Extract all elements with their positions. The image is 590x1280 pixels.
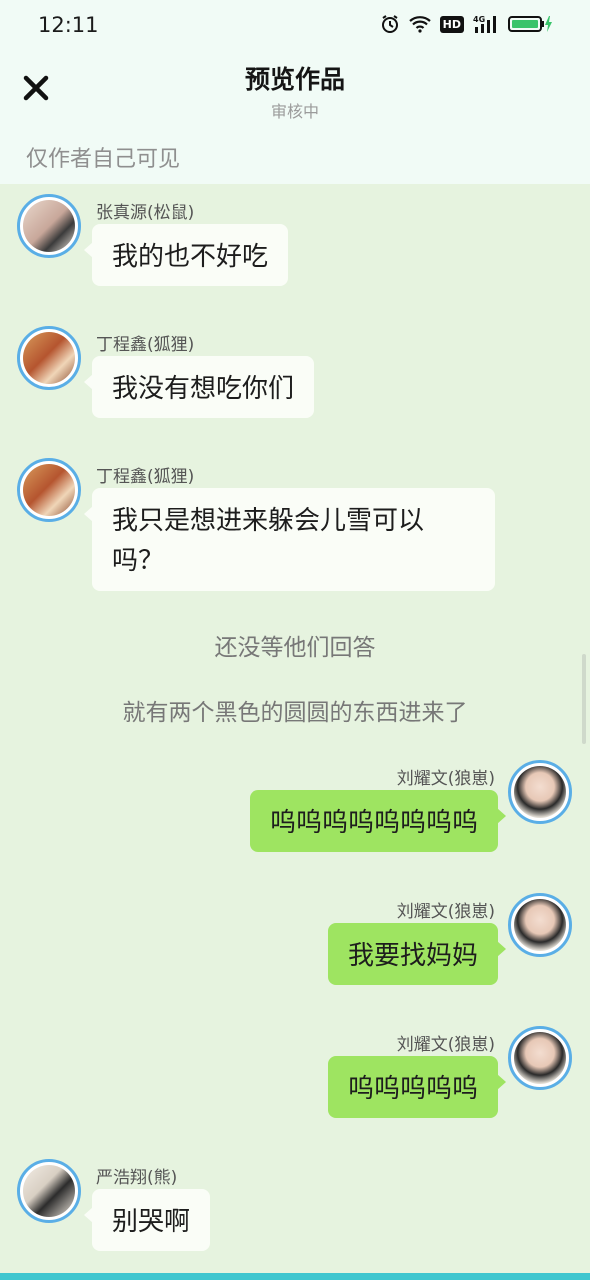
message-bubble[interactable]: 我只是想进来躲会儿雪可以吗？	[84, 488, 495, 591]
message-bubble[interactable]: 别哭啊	[83, 1189, 211, 1251]
sender-name: 刘耀文(狼崽)	[396, 902, 495, 922]
review-status: 审核中	[270, 102, 319, 121]
avatar[interactable]	[17, 458, 81, 522]
avatar[interactable]	[17, 194, 81, 258]
sender-name: 刘耀文(狼崽)	[396, 769, 495, 789]
message-bubble[interactable]: 我没有想吃你们	[83, 356, 315, 418]
sender-name: 严浩翔(熊)	[96, 1168, 178, 1188]
narration-text: 还没等他们回答	[214, 635, 376, 661]
message-bubble[interactable]: 呜呜呜呜呜呜呜呜	[249, 790, 507, 852]
visibility-note: 仅作者自己可见	[26, 147, 181, 172]
sender-name: 张真源(松鼠)	[96, 203, 195, 223]
scrollbar[interactable]	[582, 654, 586, 744]
sender-name: 丁程鑫(狐狸)	[96, 467, 195, 487]
page-title: 预览作品	[244, 65, 345, 94]
top-area: 12:11 HD 4G 预览作品 审核中 仅作者自己可见	[0, 0, 590, 184]
avatar[interactable]	[17, 326, 81, 390]
status-bar: 12:11 HD 4G	[0, 0, 590, 52]
battery-icon	[508, 14, 554, 34]
message-bubble[interactable]: 呜呜呜呜呜	[327, 1056, 507, 1118]
status-icons: HD 4G	[380, 14, 554, 34]
message-bubble[interactable]: 我要找妈妈	[327, 923, 507, 985]
sender-name: 刘耀文(狼崽)	[396, 1035, 495, 1055]
alarm-icon	[380, 14, 400, 34]
wifi-icon	[408, 15, 431, 33]
svg-text:4G: 4G	[473, 15, 485, 24]
avatar[interactable]	[17, 1159, 81, 1223]
avatar[interactable]	[508, 893, 572, 957]
hd-badge: HD	[439, 15, 464, 33]
message-bubble[interactable]: 我的也不好吃	[83, 224, 289, 286]
bottom-strip	[0, 1273, 590, 1280]
sender-name: 丁程鑫(狐狸)	[96, 335, 195, 355]
signal-icon: 4G	[473, 14, 499, 34]
status-time: 12:11	[38, 13, 99, 37]
avatar[interactable]	[508, 1026, 572, 1090]
chat-area[interactable]: 张真源(松鼠) 我的也不好吃 丁程鑫(狐狸) 我没有想吃你们 丁程鑫(狐狸) 我…	[0, 184, 590, 1280]
avatar[interactable]	[508, 760, 572, 824]
narration-text: 就有两个黑色的圆圆的东西进来了	[122, 700, 468, 726]
